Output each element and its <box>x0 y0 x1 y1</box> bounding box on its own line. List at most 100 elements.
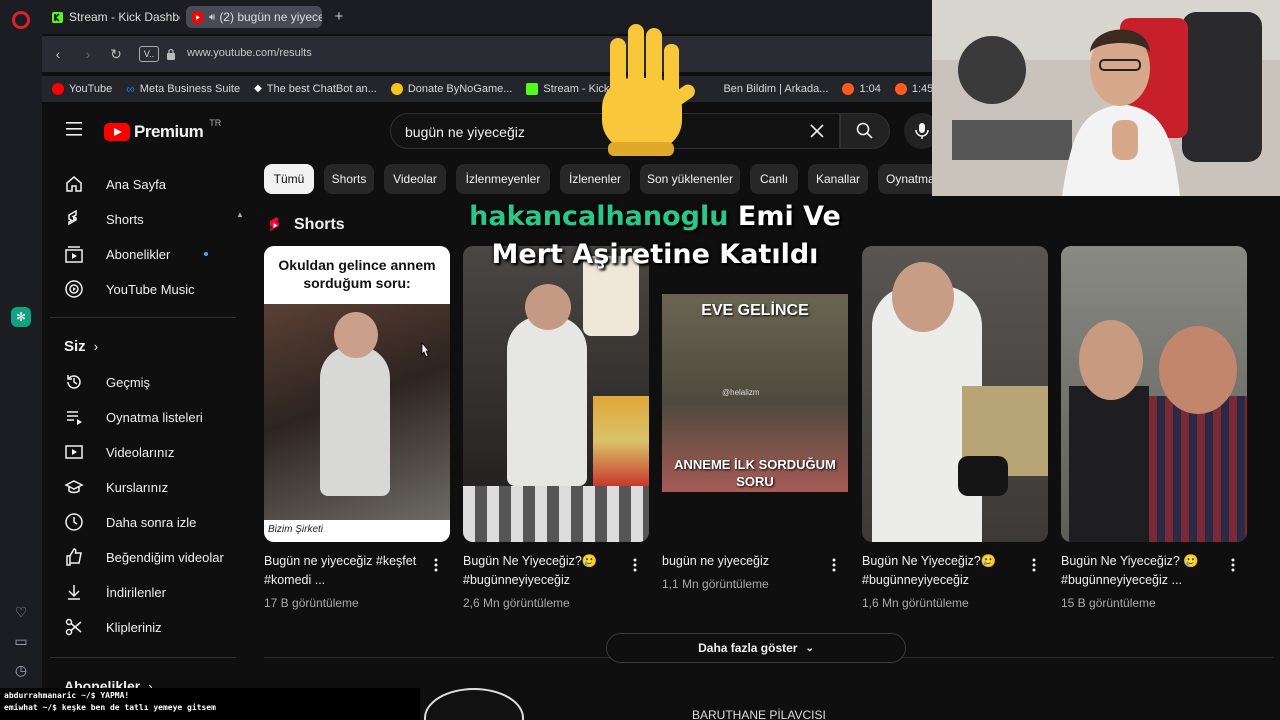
url-text[interactable]: www.youtube.com/results <box>187 47 312 59</box>
person-left-face <box>1079 320 1143 400</box>
chatgpt-icon[interactable]: ✻ <box>11 307 31 327</box>
tab-title: (2) bugün ne yiyeceğiz <box>219 10 322 24</box>
lock-icon[interactable] <box>166 48 176 60</box>
short-title[interactable]: bugün ne yiyeceğiz <box>662 552 828 571</box>
sidebar-item-label: Videolarınız <box>106 444 175 460</box>
short-thumbnail[interactable] <box>862 246 1048 542</box>
short-card[interactable]: Bugün Ne Yiyeceğiz?🥲 #bugünneyiyeceğiz 1… <box>862 246 1048 610</box>
timer-icon <box>894 83 907 95</box>
more-options-icon[interactable] <box>1231 558 1235 572</box>
short-thumbnail[interactable] <box>1061 246 1247 542</box>
sidebar-item-watch-later[interactable]: Daha sonra izle <box>56 507 236 537</box>
clock-icon[interactable]: ◷ <box>11 660 31 680</box>
sidebar-item-history[interactable]: Geçmiş <box>56 367 236 397</box>
history-rail-icon[interactable]: ▭ <box>11 631 31 651</box>
short-title[interactable]: Bugün Ne Yiyeceğiz?🥲 #bugünneyiyeceğiz <box>463 552 629 590</box>
thumbnail-overlay-bottom: ANNEME İLK SORDUĞUM SORU <box>674 457 836 489</box>
reload-button[interactable]: ↻ <box>106 44 126 64</box>
short-card[interactable]: Bugün Ne Yiyeceğiz?🥲 #bugünneyiyeceğiz 2… <box>463 246 649 610</box>
short-card[interactable]: Okuldan gelince annem sorduğum soru: Biz… <box>264 246 450 610</box>
show-more-button[interactable]: Daha fazla göster ⌄ <box>606 633 906 663</box>
chip-recently-uploaded[interactable]: Son yüklenenler <box>640 164 740 194</box>
mouse-cursor-icon <box>421 342 430 358</box>
tab-kick-dashboard[interactable]: Stream - Kick Dashboard <box>46 6 180 28</box>
sidebar-divider <box>50 657 236 658</box>
chat-message: keşke ben de tatlı yemeye gitsem <box>61 703 216 712</box>
short-card[interactable]: Bugün Ne Yiyeceğiz? 🥲 #bugünneyiyeceğiz … <box>1061 246 1247 610</box>
sidebar-item-subscriptions[interactable]: Abonelikler <box>56 239 236 269</box>
sidebar-item-your-videos[interactable]: Videolarınız <box>56 437 236 467</box>
search-icon <box>856 122 873 139</box>
chef-figure <box>507 316 587 486</box>
show-more-label: Daha fazla göster <box>698 641 798 655</box>
short-title[interactable]: Bugün ne yiyeceğiz #keşfet #komedi ... <box>264 552 430 590</box>
sidebar-item-label: Kurslarınız <box>106 479 169 495</box>
clear-search-icon[interactable] <box>807 121 827 141</box>
sidebar-section-you[interactable]: Siz › <box>64 338 98 355</box>
more-options-icon[interactable] <box>832 558 836 572</box>
bookmark-timer-1[interactable]: 1:04 <box>842 83 881 95</box>
short-title[interactable]: Bugün Ne Yiyeceğiz? 🥲 #bugünneyiyeceğiz … <box>1061 552 1227 590</box>
sidebar-item-home[interactable]: Ana Sayfa <box>56 169 236 199</box>
short-title[interactable]: Bugün Ne Yiyeceğiz?🥲 #bugünneyiyeceğiz <box>862 552 1028 590</box>
search-button[interactable] <box>840 113 890 149</box>
download-icon <box>68 585 80 600</box>
forward-button[interactable]: › <box>78 44 98 64</box>
chip-live[interactable]: Canlı <box>750 164 798 194</box>
bookmark-timer-2[interactable]: 1:45 <box>894 83 933 95</box>
scroll-up-arrow-icon[interactable]: ▲ <box>236 210 244 219</box>
back-button[interactable]: ‹ <box>48 44 68 64</box>
waving-hand-icon <box>602 24 695 156</box>
sidebar-item-shorts[interactable]: Shorts <box>56 204 236 234</box>
short-thumbnail[interactable]: EVE GELİNCE @helalizm ANNEME İLK SORDUĞU… <box>662 246 848 542</box>
stream-alert-caption: hakancalhanoglu Emi Ve Mert Aşiretine Ka… <box>440 198 870 274</box>
short-card[interactable]: EVE GELİNCE @helalizm ANNEME İLK SORDUĞU… <box>662 246 848 591</box>
chip-videos[interactable]: Videolar <box>384 164 446 194</box>
more-options-icon[interactable] <box>434 558 438 572</box>
tab-title: Stream - Kick Dashboard <box>69 10 180 24</box>
chip-shorts[interactable]: Shorts <box>324 164 374 194</box>
bookmark-donate[interactable]: Donate ByNoGame... <box>390 83 512 95</box>
opera-logo-icon[interactable] <box>12 11 30 29</box>
sidebar-item-playlists[interactable]: Oynatma listeleri <box>56 402 236 432</box>
bookmark-ben-bildim[interactable]: Ben Bildim | Arkada... <box>723 83 828 95</box>
speaker-icon[interactable]: 🔊︎ <box>209 12 215 23</box>
sidebar-item-downloads[interactable]: İndirilenler <box>56 577 236 607</box>
person-left-body <box>1069 386 1149 542</box>
chip-playlists[interactable]: Oynatma <box>878 164 935 194</box>
sidebar-item-clips[interactable]: Klipleriniz <box>56 612 236 642</box>
vpn-badge[interactable]: V.. <box>139 46 159 62</box>
floor-tiles <box>463 486 649 542</box>
tab-strip: Stream - Kick Dashboard 🔊︎ (2) bugün ne … <box>42 0 932 34</box>
chip-channels[interactable]: Kanallar <box>808 164 868 194</box>
youtube-bookmark-icon <box>52 83 64 95</box>
bookmark-meta[interactable]: ∞ Meta Business Suite <box>126 83 240 95</box>
chef-face <box>892 262 954 332</box>
sidebar-item-music[interactable]: YouTube Music <box>56 274 236 304</box>
your-videos-icon <box>65 445 83 459</box>
chevron-right-icon: › <box>93 339 99 354</box>
more-options-icon[interactable] <box>1032 558 1036 572</box>
sidebar-item-liked[interactable]: Beğendiğim videolar <box>56 542 236 572</box>
heart-icon[interactable]: ♡ <box>11 602 31 622</box>
chip-watched[interactable]: İzlenenler <box>560 164 630 194</box>
hamburger-menu-icon[interactable] <box>66 122 82 136</box>
channel-logo[interactable] <box>424 688 524 720</box>
youtube-premium-logo[interactable]: Premium TR <box>104 118 221 142</box>
sidebar-item-courses[interactable]: Kurslarınız <box>56 472 236 502</box>
search-query-text: bugün ne yiyeceğiz <box>405 124 525 140</box>
chip-all[interactable]: Tümü <box>264 164 314 194</box>
more-options-icon[interactable] <box>633 558 637 572</box>
chip-unwatched[interactable]: İzlenmeyenler <box>456 164 550 194</box>
channel-name[interactable]: BARUTHANE PİLAVCISI <box>692 708 826 720</box>
new-tab-button[interactable]: + <box>330 8 348 26</box>
chat-line: emiwhat ~/$ keşke ben de tatlı yemeye gi… <box>4 702 416 714</box>
sidebar-item-label: Geçmiş <box>106 374 151 390</box>
new-content-dot <box>204 252 208 256</box>
short-thumbnail[interactable]: Okuldan gelince annem sorduğum soru: Biz… <box>264 246 450 542</box>
bookmark-youtube[interactable]: YouTube <box>52 83 112 95</box>
short-thumbnail[interactable] <box>463 246 649 542</box>
tab-youtube-search[interactable]: 🔊︎ (2) bugün ne yiyeceğiz <box>186 6 322 28</box>
timer-icon <box>842 83 855 95</box>
bookmark-chatbot[interactable]: ◆ The best ChatBot an... <box>254 83 377 95</box>
